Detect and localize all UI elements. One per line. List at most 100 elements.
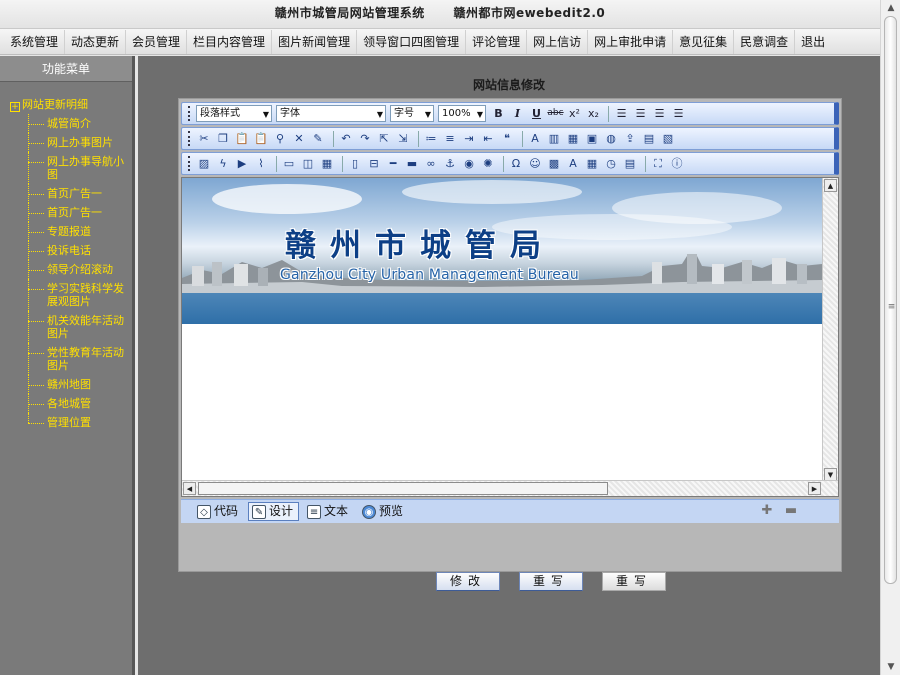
menu-exit[interactable]: 退出 [795,30,831,54]
tree-item[interactable]: 赣州地图 [0,375,130,394]
blockquote-icon[interactable]: ❝ [499,131,515,147]
menu-system[interactable]: 系统管理 [4,29,66,54]
expand-icon[interactable]: + [10,102,20,112]
tree-item[interactable]: 投诉电话 [0,241,130,260]
expand-editor-icon[interactable]: ✚ [759,503,775,519]
tree-item[interactable]: 领导介绍滚动 [0,260,130,279]
content-vertical-scrollbar[interactable]: ▲ ▼ [822,178,838,482]
menu-leader-window[interactable]: 领导窗口四图管理 [357,29,467,54]
editor-content-area[interactable]: 赣州市城管局 Ganzhou City Urban Management Bur… [181,177,839,497]
toolbar-grip[interactable] [188,131,191,146]
about-icon[interactable]: ⓘ [669,156,685,172]
art-text-icon[interactable]: A [565,156,581,172]
subscript-icon[interactable]: x₂ [585,105,602,122]
strikethrough-icon[interactable]: abc [547,105,564,122]
insert-media-icon[interactable]: ▶ [234,156,250,172]
delete-icon[interactable]: ✕ [291,131,307,147]
insert-excel-icon[interactable]: ▩ [546,156,562,172]
special-char-icon[interactable]: Ω [508,156,524,172]
align-center-icon[interactable]: ☰ [632,105,649,122]
align-left-icon[interactable]: ☰ [613,105,630,122]
underline-icon[interactable]: U [528,105,545,122]
horizontal-rule-icon[interactable]: ━ [385,156,401,172]
menu-photo-news[interactable]: 图片新闻管理 [272,29,358,54]
menu-opinions[interactable]: 意见征集 [673,29,735,54]
font-select[interactable]: 字体 ▼ [276,105,386,122]
upload-icon[interactable]: ⇪ [622,131,638,147]
scroll-right-icon[interactable]: ▶ [808,482,821,495]
find-icon[interactable]: ⚲ [272,131,288,147]
menu-comments[interactable]: 评论管理 [466,29,528,54]
redo-icon[interactable]: ↷ [357,131,373,147]
paragraph-style-select[interactable]: 段落样式 ▼ [196,105,272,122]
web-icon[interactable]: ◍ [603,131,619,147]
undo-icon[interactable]: ↶ [338,131,354,147]
reset-button-ghost[interactable]: 重写 [602,572,666,591]
window-scroll-thumb[interactable]: ≡ [884,16,897,584]
indent-icon[interactable]: ⇥ [461,131,477,147]
horizontal-scroll-thumb[interactable] [198,482,608,495]
background-color-icon[interactable]: ▥ [546,131,562,147]
page-property-icon[interactable]: ▤ [622,156,638,172]
select-all-icon[interactable]: ⇲ [395,131,411,147]
italic-icon[interactable]: I [509,105,526,122]
insert-input-icon[interactable]: ▬ [404,156,420,172]
copy-icon[interactable]: ❐ [215,131,231,147]
tree-item[interactable]: 各地城管 [0,394,130,413]
toolbar-grip[interactable] [188,106,191,121]
scroll-left-icon[interactable]: ◀ [183,482,196,495]
mode-tab-preview[interactable]: ◉ 预览 [358,502,409,521]
menu-online-approval[interactable]: 网上审批申请 [588,29,674,54]
clean-format-icon[interactable]: ✎ [310,131,326,147]
insert-time-icon[interactable]: ◷ [603,156,619,172]
link-icon[interactable]: ∞ [423,156,439,172]
window-vertical-scrollbar[interactable]: ▲ ≡ ▼ [880,0,900,675]
shrink-editor-icon[interactable]: ▬ [783,503,799,519]
ordered-list-icon[interactable]: ≔ [423,131,439,147]
align-right-icon[interactable]: ☰ [651,105,668,122]
tree-item[interactable]: 网上办事导航小图 [0,152,130,184]
modify-button[interactable]: 修改 [436,572,500,591]
reset-button[interactable]: 重写 [519,572,583,591]
insert-field-icon[interactable]: ▯ [347,156,363,172]
insert-marquee-icon[interactable]: ⊟ [366,156,382,172]
superscript-icon[interactable]: x² [566,105,583,122]
tree-item[interactable]: 管理位置 [0,413,130,432]
menu-column-content[interactable]: 栏目内容管理 [187,29,273,54]
mode-tab-text[interactable]: ≡ 文本 [303,502,354,521]
insert-layer-icon[interactable]: ◫ [300,156,316,172]
special-effect-icon[interactable]: ✺ [480,156,496,172]
insert-image-icon[interactable]: ▨ [196,156,212,172]
mode-tab-code[interactable]: ◇ 代码 [193,502,244,521]
menu-survey[interactable]: 民意调查 [734,29,796,54]
tree-item[interactable]: 党性教育年活动图片 [0,343,130,375]
fullscreen-icon[interactable]: ⛶ [650,156,666,172]
image-gallery-icon[interactable]: ▧ [660,131,676,147]
insert-table-icon[interactable]: ▦ [319,156,335,172]
remote-image-icon[interactable]: ◉ [461,156,477,172]
emoticon-icon[interactable]: ☺ [527,156,543,172]
scroll-up-icon[interactable]: ▲ [884,1,898,15]
toolbar-grip[interactable] [188,156,191,171]
attachment-icon[interactable]: ⌇ [253,156,269,172]
outdent-icon[interactable]: ⇤ [480,131,496,147]
select-icon[interactable]: ⇱ [376,131,392,147]
form-icon[interactable]: ▤ [641,131,657,147]
cut-icon[interactable]: ✂ [196,131,212,147]
scroll-down-icon[interactable]: ▼ [884,660,898,674]
bold-icon[interactable]: B [490,105,507,122]
zoom-select[interactable]: 100% ▼ [438,105,486,122]
mode-tab-design[interactable]: ✎ 设计 [248,502,300,521]
tree-item[interactable]: 机关效能年活动图片 [0,311,130,343]
scroll-up-icon[interactable]: ▲ [824,179,837,192]
align-justify-icon[interactable]: ☰ [670,105,687,122]
menu-members[interactable]: 会员管理 [126,29,188,54]
paste-icon[interactable]: 📋 [234,131,250,147]
tree-item[interactable]: 专题报道 [0,222,130,241]
border-icon[interactable]: ▣ [584,131,600,147]
insert-date-icon[interactable]: ▦ [584,156,600,172]
unordered-list-icon[interactable]: ≡ [442,131,458,147]
tree-item[interactable]: 首页广告一 [0,203,130,222]
menu-online-petition[interactable]: 网上信访 [527,29,589,54]
tree-item[interactable]: 学习实践科学发展观图片 [0,279,130,311]
